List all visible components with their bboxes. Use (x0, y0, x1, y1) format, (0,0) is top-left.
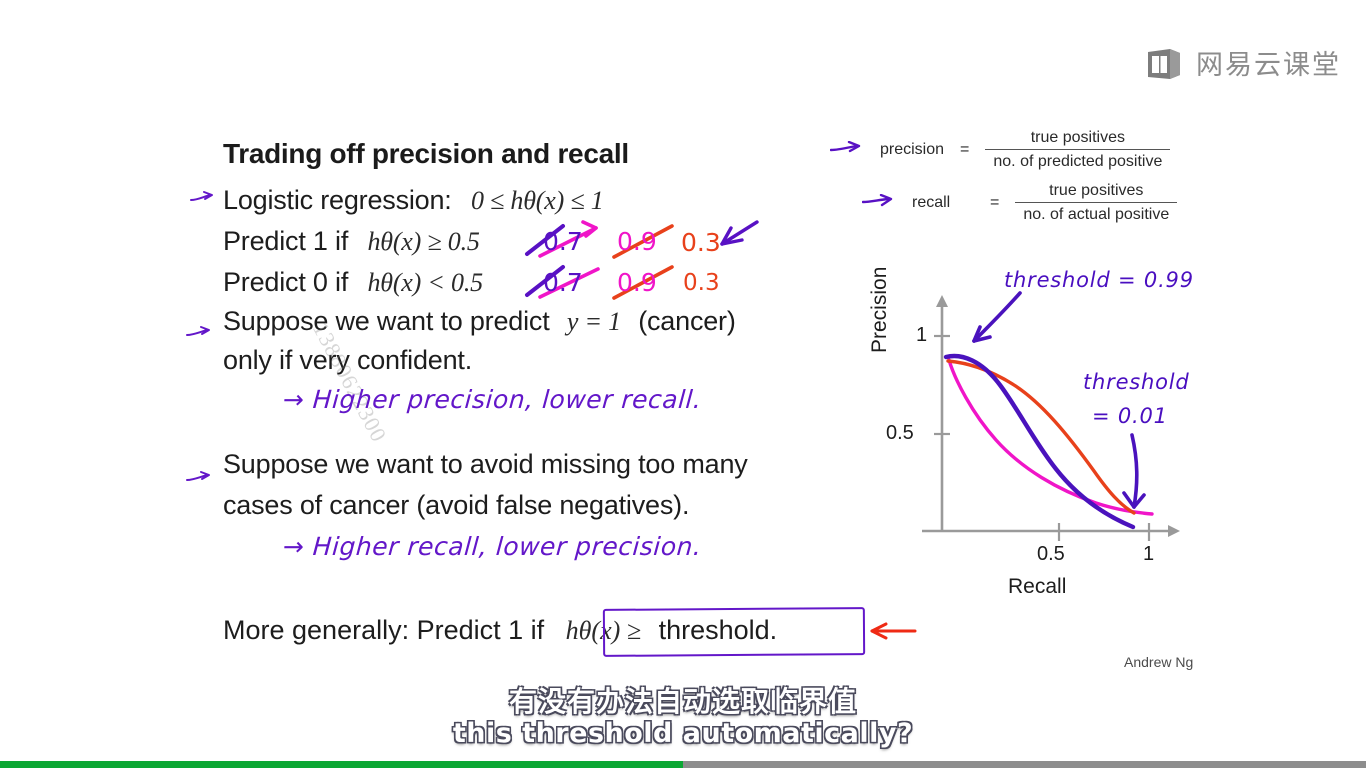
handwritten-note-higher-recall: → Higher recall, lower precision. (281, 532, 703, 561)
subtitle-overlay: 有没有办法自动选取临界值 this threshold automaticall… (0, 686, 1366, 750)
predict-0-label: Predict 0 if (223, 267, 349, 297)
author-signature: Andrew Ng (1124, 654, 1194, 670)
annotation-threshold-0-7-row1: 0.7 (543, 227, 583, 256)
watermark-text: 13880622300 (307, 318, 392, 447)
arrow-icon (829, 140, 864, 160)
brand-logo: 网易云课堂 (1146, 48, 1341, 82)
bullet-arrow-suppose-1 (186, 325, 214, 346)
chart-xtick-1: 1 (1143, 543, 1155, 565)
suppose-predict-cancer: (cancer) (638, 306, 736, 336)
precision-fraction: true positives no. of predicted positive (985, 128, 1171, 172)
avoid-missing-line-2: cases of cancer (avoid false negatives). (223, 490, 690, 520)
chart-annotation-threshold-high: threshold = 0.99 (1004, 268, 1194, 292)
subtitle-chinese: 有没有办法自动选取临界值 (508, 685, 857, 718)
handwritten-note-higher-precision: → Higher precision, lower recall. (281, 385, 703, 414)
video-progress-fill (0, 761, 683, 768)
precision-label: precision (880, 141, 945, 158)
chart-xtick-0-5: 0.5 (1037, 543, 1065, 565)
chart-ytick-1: 1 (916, 324, 928, 346)
precision-denominator: no. of predicted positive (985, 149, 1171, 172)
suppose-predict-math: y = 1 (566, 307, 621, 336)
logistic-regression-label: Logistic regression: (223, 185, 452, 215)
recall-numerator: true positives (1049, 182, 1144, 199)
annotation-threshold-0-9-row1: 0.9 (617, 227, 657, 256)
chart-xlabel: Recall (1008, 575, 1067, 598)
more-generally-text: More generally: Predict 1 if (223, 615, 545, 645)
chart-annotation-threshold-low-line1: threshold (1083, 370, 1190, 394)
netease-classroom-icon (1146, 48, 1184, 82)
predict-1-line: Predict 1 if hθ(x) ≥ 0.5 (223, 226, 480, 257)
annotation-threshold-0-3-row2: 0.3 (683, 270, 720, 296)
suppose-predict-cancer-line: Suppose we want to predict y = 1 (cancer… (223, 306, 736, 337)
recall-label: recall (912, 194, 951, 211)
predict-0-line: Predict 0 if hθ(x) < 0.5 (223, 267, 483, 298)
precision-recall-chart: Precision Recall 1 0.5 0.5 1 (868, 267, 1200, 605)
recall-equals: = (990, 194, 1000, 211)
bullet-arrow-suppose-2 (186, 470, 214, 491)
predict-1-math: hθ(x) ≥ 0.5 (367, 227, 480, 256)
precision-numerator: true positives (1030, 129, 1125, 146)
subtitle-english: this threshold automatically? (452, 718, 914, 750)
suppose-predict-text: Suppose we want to predict (223, 306, 550, 336)
logistic-regression-math: 0 ≤ hθ(x) ≤ 1 (470, 186, 604, 215)
precision-formula: precision = true positives no. of predic… (829, 128, 1171, 172)
video-progress-bar[interactable] (0, 761, 1366, 768)
annotation-threshold-0-9-row2: 0.9 (617, 268, 657, 297)
logistic-regression-line: Logistic regression: 0 ≤ hθ(x) ≤ 1 (223, 185, 604, 216)
bullet-arrow-logistic (190, 190, 216, 211)
recall-fraction: true positives no. of actual positive (1015, 181, 1178, 225)
avoid-missing-line-1: Suppose we want to avoid missing too man… (223, 449, 748, 479)
recall-denominator: no. of actual positive (1015, 202, 1178, 225)
predict-0-math: hθ(x) < 0.5 (367, 268, 483, 297)
predict-1-label: Predict 1 if (223, 226, 349, 256)
annotation-threshold-0-7-row2: 0.7 (543, 268, 583, 297)
brand-logo-text: 网易云课堂 (1196, 49, 1341, 81)
page-title: Trading off precision and recall (223, 138, 629, 169)
threshold-highlight-box (602, 607, 866, 657)
arrow-icon (861, 193, 896, 213)
chart-ytick-0-5: 0.5 (886, 422, 914, 444)
annotation-threshold-0-3-row1: 0.3 (681, 228, 721, 257)
recall-formula: recall = true positives no. of actual po… (861, 181, 1178, 225)
chart-annotation-threshold-low-line2: = 0.01 (1092, 404, 1168, 428)
precision-equals: = (960, 141, 970, 158)
chart-ylabel: Precision (868, 266, 891, 353)
